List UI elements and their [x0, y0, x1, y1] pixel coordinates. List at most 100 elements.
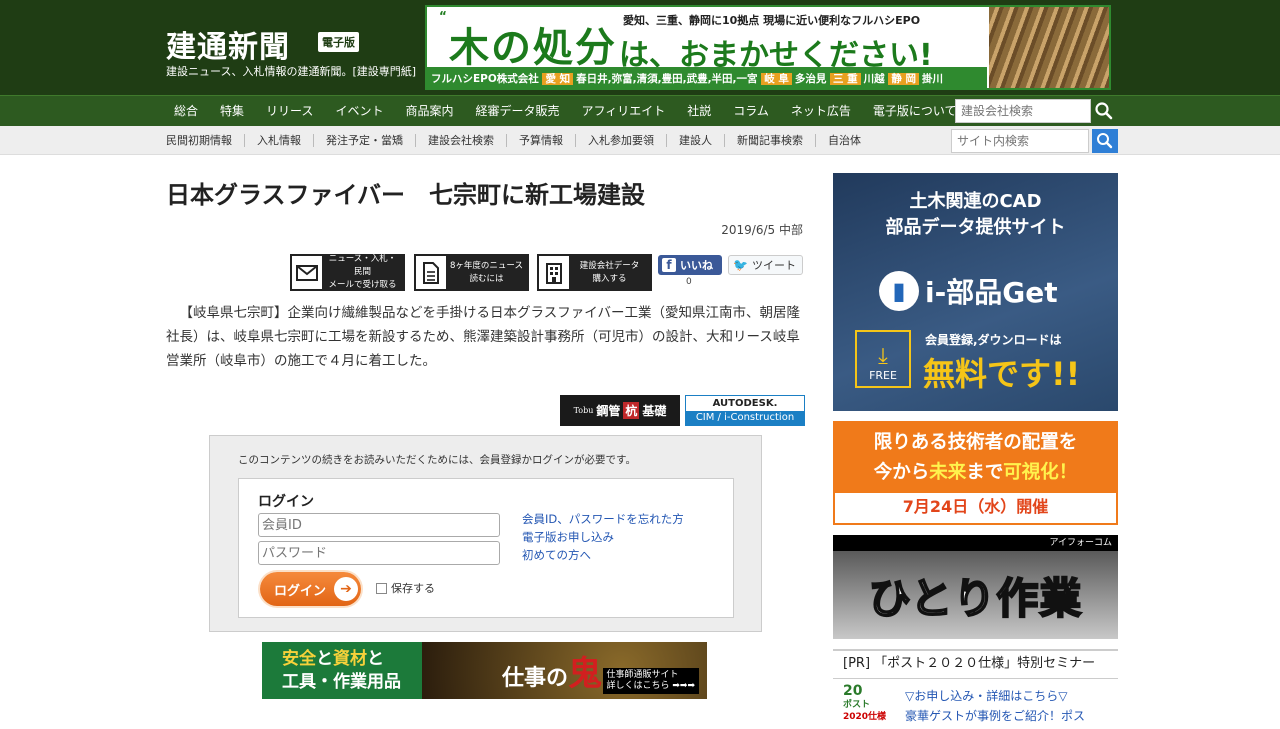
company-search-input[interactable] — [955, 99, 1091, 123]
banner-quote-open: “ — [439, 9, 447, 23]
remember-checkbox[interactable]: 保存する — [376, 580, 435, 596]
sponsor1-text2: 杭 — [623, 402, 640, 419]
banner-tag-mie: 三 重 — [830, 73, 861, 85]
subnav-item-bid-requirements[interactable]: 入札参加要領 — [575, 134, 666, 147]
nav-item-events[interactable]: イベント — [324, 102, 394, 119]
pr-sub-link[interactable]: 豪華ゲストが事例をご紹介！ポス — [905, 707, 1085, 724]
login-heading: ログイン — [258, 494, 314, 510]
nav-item-general[interactable]: 総合 — [162, 102, 209, 119]
engineer-event-ad[interactable]: 限りある技術者の配置を 今から未来まで可視化！ 7月24日（水）開催 — [833, 421, 1118, 525]
solo-ad-text: ひとり作業 — [868, 573, 1083, 624]
digital-signup-link[interactable]: 電子版お申し込み — [522, 529, 614, 545]
ad-bottom-and2: と — [367, 649, 384, 669]
member-id-input[interactable] — [258, 513, 500, 537]
nav-item-features[interactable]: 特集 — [209, 102, 255, 119]
login-button[interactable]: ログイン ➔ — [260, 572, 361, 606]
company-search-button[interactable] — [1092, 99, 1116, 123]
like-count: 0 — [686, 277, 692, 287]
arrow-right-icon: ➔ — [334, 577, 359, 601]
site-search-input[interactable] — [951, 129, 1089, 153]
password-input[interactable] — [258, 541, 500, 565]
subnav-item-article-search[interactable]: 新聞記事検索 — [724, 134, 815, 147]
event-ad-headline: 限りある技術者の配置を 今から未来まで可視化！ — [835, 423, 1116, 493]
mail-subscribe-button[interactable]: ニュース・入札・民間 メールで受け取る — [290, 254, 405, 291]
twitter-icon: 🐦 — [733, 258, 748, 272]
nav-item-affiliate[interactable]: アフィリエイト — [570, 102, 676, 119]
banner-tag-gifu: 岐 阜 — [761, 73, 792, 85]
remember-label: 保存する — [391, 582, 435, 595]
nav-item-releases[interactable]: リリース — [255, 102, 324, 119]
ad-bottom-image: 仕事の鬼 仕事師通販サイト 詳しくはこちら ➡➡➡ — [422, 642, 707, 699]
subnav-item-company-search[interactable]: 建設会社検索 — [415, 134, 506, 147]
first-time-link[interactable]: 初めての方へ — [522, 547, 591, 563]
banner-locations-gifu: 多治見 — [794, 73, 827, 85]
work-supplies-ad[interactable]: 安全と資材と 工具・作業用品 仕事の鬼 仕事師通販サイト 詳しくはこちら ➡➡➡ — [262, 642, 707, 699]
article-region: 中部 — [778, 223, 803, 237]
nav-item-column[interactable]: コラム — [722, 102, 780, 119]
archive-button-line2: 読むには — [469, 273, 504, 284]
banner-locations-aichi: 春日井,弥富,清須,豊田,武豊,半田,一宮 — [576, 73, 758, 85]
ad-bottom-word-materials: 資材 — [333, 649, 367, 669]
nav-item-data-sales[interactable]: 経審データ販売 — [464, 102, 570, 119]
site-search-button[interactable] — [1092, 129, 1118, 153]
event-ad-line2c: まで — [966, 462, 1004, 483]
banner-tag-aichi: 愛 知 — [542, 73, 574, 85]
event-ad-line2b: 未来 — [929, 462, 967, 483]
mail-icon — [292, 256, 322, 289]
ad-bottom-brand-b: 鬼 — [568, 654, 603, 694]
subnav-item-people[interactable]: 建設人 — [666, 134, 724, 147]
banner-locations-bar: フルハシEPO株式会社 愛 知春日井,弥富,清須,豊田,武豊,半田,一宮 岐 阜… — [427, 67, 987, 88]
sponsor2-line2: CIM / i-Construction — [686, 411, 804, 425]
nav-item-net-ads[interactable]: ネット広告 — [780, 102, 862, 119]
company-data-button[interactable]: 建設会社データ 購入する — [537, 254, 652, 291]
sponsor-autodesk-ad[interactable]: AUTODESK. CIM / i-Construction — [685, 395, 805, 426]
cad-ad-logo: ▮ i-部品Get — [879, 271, 1058, 311]
cad-ad-free-text: FREE — [869, 369, 897, 382]
ad-bottom-line2: 工具・作業用品 — [282, 672, 401, 692]
event-ad-line2d: 可視化！ — [1003, 462, 1078, 483]
download-icon: ⤓ — [878, 344, 888, 369]
event-ad-line1: 限りある技術者の配置を — [873, 432, 1078, 453]
cad-logo-icon: ▮ — [879, 271, 919, 311]
solo-work-ad[interactable]: アイフォーコム ひとり作業 — [833, 535, 1118, 639]
mail-button-line2: メールで受け取る — [328, 280, 397, 290]
article-title: 日本グラスファイバー 七宗町に新工場建設 — [166, 181, 646, 209]
banner-small-text: 愛知、三重、静岡に10拠点 現場に近い便利なフルハシEPO — [623, 14, 921, 27]
tweet-button[interactable]: 🐦 ツイート — [728, 255, 803, 275]
ad-bottom-and1: と — [316, 649, 333, 669]
article-meta: 2019/6/5 中部 — [721, 221, 803, 238]
solo-ad-brand: アイフォーコム — [833, 535, 1118, 551]
subnav-item-bids[interactable]: 入札情報 — [244, 134, 313, 147]
edition-badge: 電子版 — [318, 32, 359, 52]
header-banner-ad[interactable]: “ 木の処分 愛知、三重、静岡に10拠点 現場に近い便利なフルハシEPO は、お… — [425, 5, 1111, 90]
ad-bottom-site-badge: 仕事師通販サイト 詳しくはこちら ➡➡➡ — [602, 668, 699, 694]
subnav-item-budget[interactable]: 予算情報 — [506, 134, 575, 147]
sponsor-steel-pile-ad[interactable]: Tobu 鋼管杭基礎 — [560, 395, 680, 426]
nav-item-products[interactable]: 商品案内 — [394, 102, 464, 119]
nav-item-about-digital[interactable]: 電子版について — [862, 102, 968, 119]
banner-company: フルハシEPO株式会社 — [431, 73, 539, 85]
nav-item-editorial[interactable]: 社説 — [676, 102, 722, 119]
subnav-item-municipality[interactable]: 自治体 — [815, 134, 873, 147]
event-ad-date: 7月24日（水）開催 — [902, 497, 1049, 516]
event-ad-line2a: 今から — [873, 462, 930, 483]
cad-parts-ad[interactable]: 土木関連のCAD 部品データ提供サイト ▮ i-部品Get ⤓ FREE 会員登録,ダ… — [833, 173, 1118, 411]
facebook-like-button[interactable]: f いいね — [658, 255, 722, 275]
cad-ad-title-line1: 土木関連のCAD — [909, 191, 1042, 212]
banner-tag-shizuoka: 静 岡 — [888, 73, 919, 85]
pr-apply-link[interactable]: ▽お申し込み・詳細はこちら▽ — [905, 687, 1067, 704]
cad-ad-free-big: 無料です!! — [923, 355, 1081, 393]
banner-headline: 木の処分 — [449, 25, 617, 71]
archive-read-button[interactable]: 8ヶ年度のニュース 読むには — [414, 254, 529, 291]
site-logo[interactable]: 建通新聞 — [166, 22, 290, 66]
forgot-credentials-link[interactable]: 会員ID、パスワードを忘れた方 — [522, 511, 684, 527]
pr-thumb-line3: 2020仕様 — [843, 712, 887, 722]
paywall-message: このコンテンツの続きをお読みいただくためには、会員登録かログインが必要です。 — [238, 454, 636, 466]
subnav-item-private-info[interactable]: 民間初期情報 — [166, 134, 244, 147]
facebook-icon: f — [662, 258, 676, 272]
paywall-box: このコンテンツの続きをお読みいただくためには、会員登録かログインが必要です。 ロ… — [209, 435, 762, 632]
ad-bottom-brand-a: 仕事の — [502, 665, 569, 691]
subnav-item-order-plans[interactable]: 発注予定・當矯 — [313, 134, 415, 147]
search-icon — [1095, 102, 1113, 120]
cad-ad-logo-text: i-部品Get — [925, 276, 1058, 309]
